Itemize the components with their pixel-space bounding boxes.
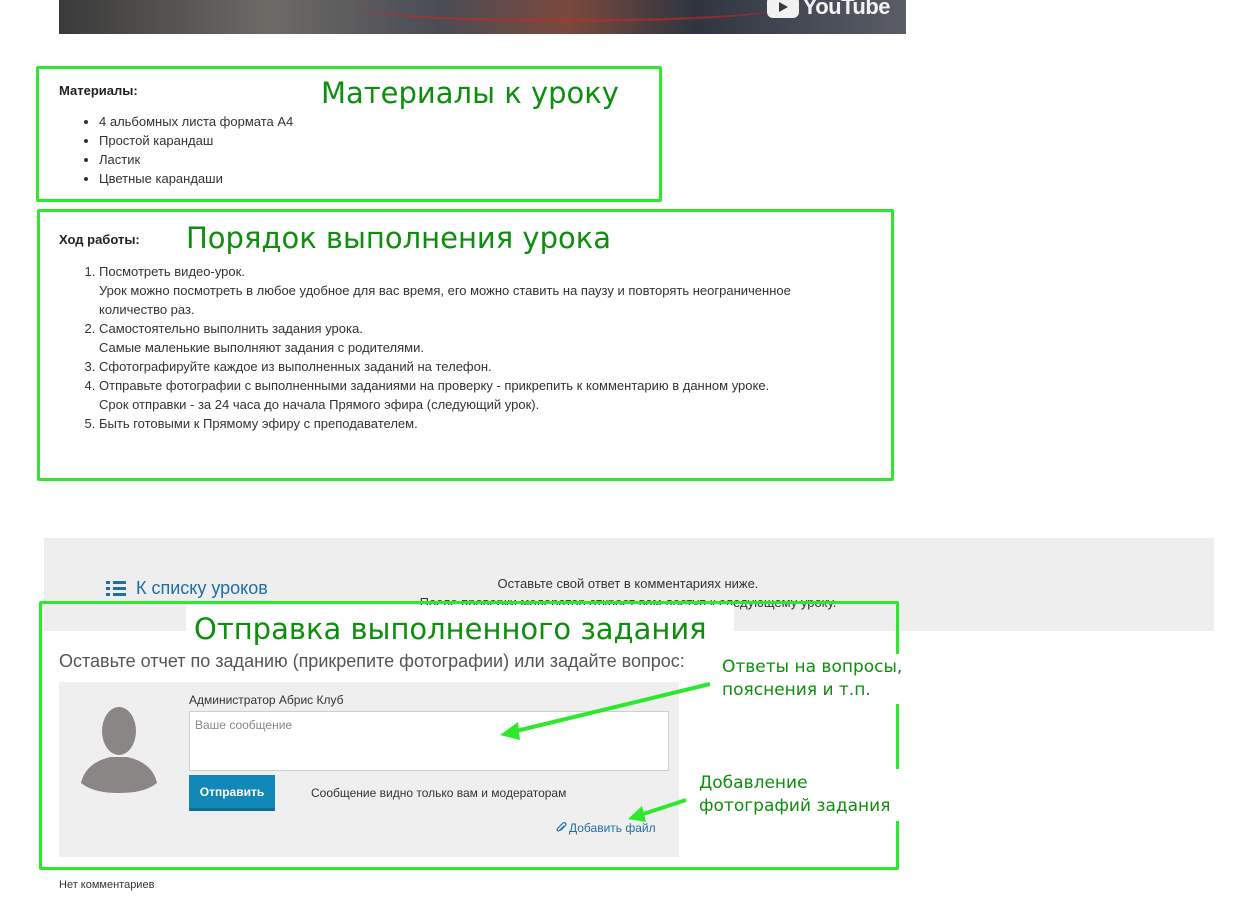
answers-annotation-line: пояснения и т.п. (722, 680, 871, 700)
list-item: Быть готовыми к Прямому эфиру с преподав… (99, 414, 791, 433)
materials-heading: Материалы: (59, 83, 138, 98)
list-item: Посмотреть видео-урок. Урок можно посмот… (99, 262, 791, 319)
materials-list: 4 альбомных листа формата А4 Простой кар… (99, 112, 293, 188)
list-item: Простой карандаш (99, 131, 293, 150)
youtube-play-icon (766, 0, 799, 18)
step-text: Посмотреть видео-урок. (99, 264, 245, 279)
back-to-lessons-link[interactable]: К списку уроков (106, 578, 268, 599)
youtube-logo-text: YouTube (802, 0, 891, 19)
submission-highlight-box (39, 601, 899, 870)
step-text: Отправьте фотографии с выполненными зада… (99, 378, 770, 393)
answers-annotation: Ответы на вопросы, пояснения и т.п. (722, 656, 902, 702)
step-text: Самые маленькие выполняют задания с роди… (99, 340, 424, 355)
step-text: Самостоятельно выполнить задания урока. (99, 321, 363, 336)
materials-annotation: Материалы к уроку (321, 76, 619, 110)
step-text: Срок отправки - за 24 часа до начала Пря… (99, 397, 540, 412)
back-link-label: К списку уроков (136, 578, 268, 598)
workflow-heading: Ход работы: (59, 232, 140, 247)
list-item: Отправьте фотографии с выполненными зада… (99, 376, 791, 414)
photos-annotation: Добавление фотографий задания (699, 772, 890, 818)
workflow-steps: Посмотреть видео-урок. Урок можно посмот… (99, 262, 791, 433)
youtube-logo[interactable]: YouTube (766, 0, 891, 20)
answers-annotation-line: Ответы на вопросы, (722, 657, 903, 677)
video-player[interactable]: YouTube (59, 0, 906, 34)
video-frame-detail (359, 0, 779, 22)
no-comments-label: Нет комментариев (59, 879, 155, 891)
list-item: Самостоятельно выполнить задания урока. … (99, 319, 791, 357)
photos-annotation-line: фотографий задания (699, 796, 891, 816)
list-item: Ластик (99, 150, 293, 169)
list-item: Цветные карандаши (99, 169, 293, 188)
photos-annotation-line: Добавление (699, 773, 808, 793)
step-text: Быть готовыми к Прямому эфиру с преподав… (99, 416, 418, 431)
list-icon (106, 580, 126, 598)
list-item: 4 альбомных листа формата А4 (99, 112, 293, 131)
workflow-annotation: Порядок выполнения урока (186, 221, 612, 255)
answer-instructions-line: Оставьте свой ответ в комментариях ниже. (497, 576, 759, 591)
step-text: количество раз. (99, 302, 195, 317)
list-item: Сфотографируйте каждое из выполненных за… (99, 357, 791, 376)
step-text: Урок можно посмотреть в любое удобное дл… (99, 283, 791, 298)
step-text: Сфотографируйте каждое из выполненных за… (99, 359, 492, 374)
